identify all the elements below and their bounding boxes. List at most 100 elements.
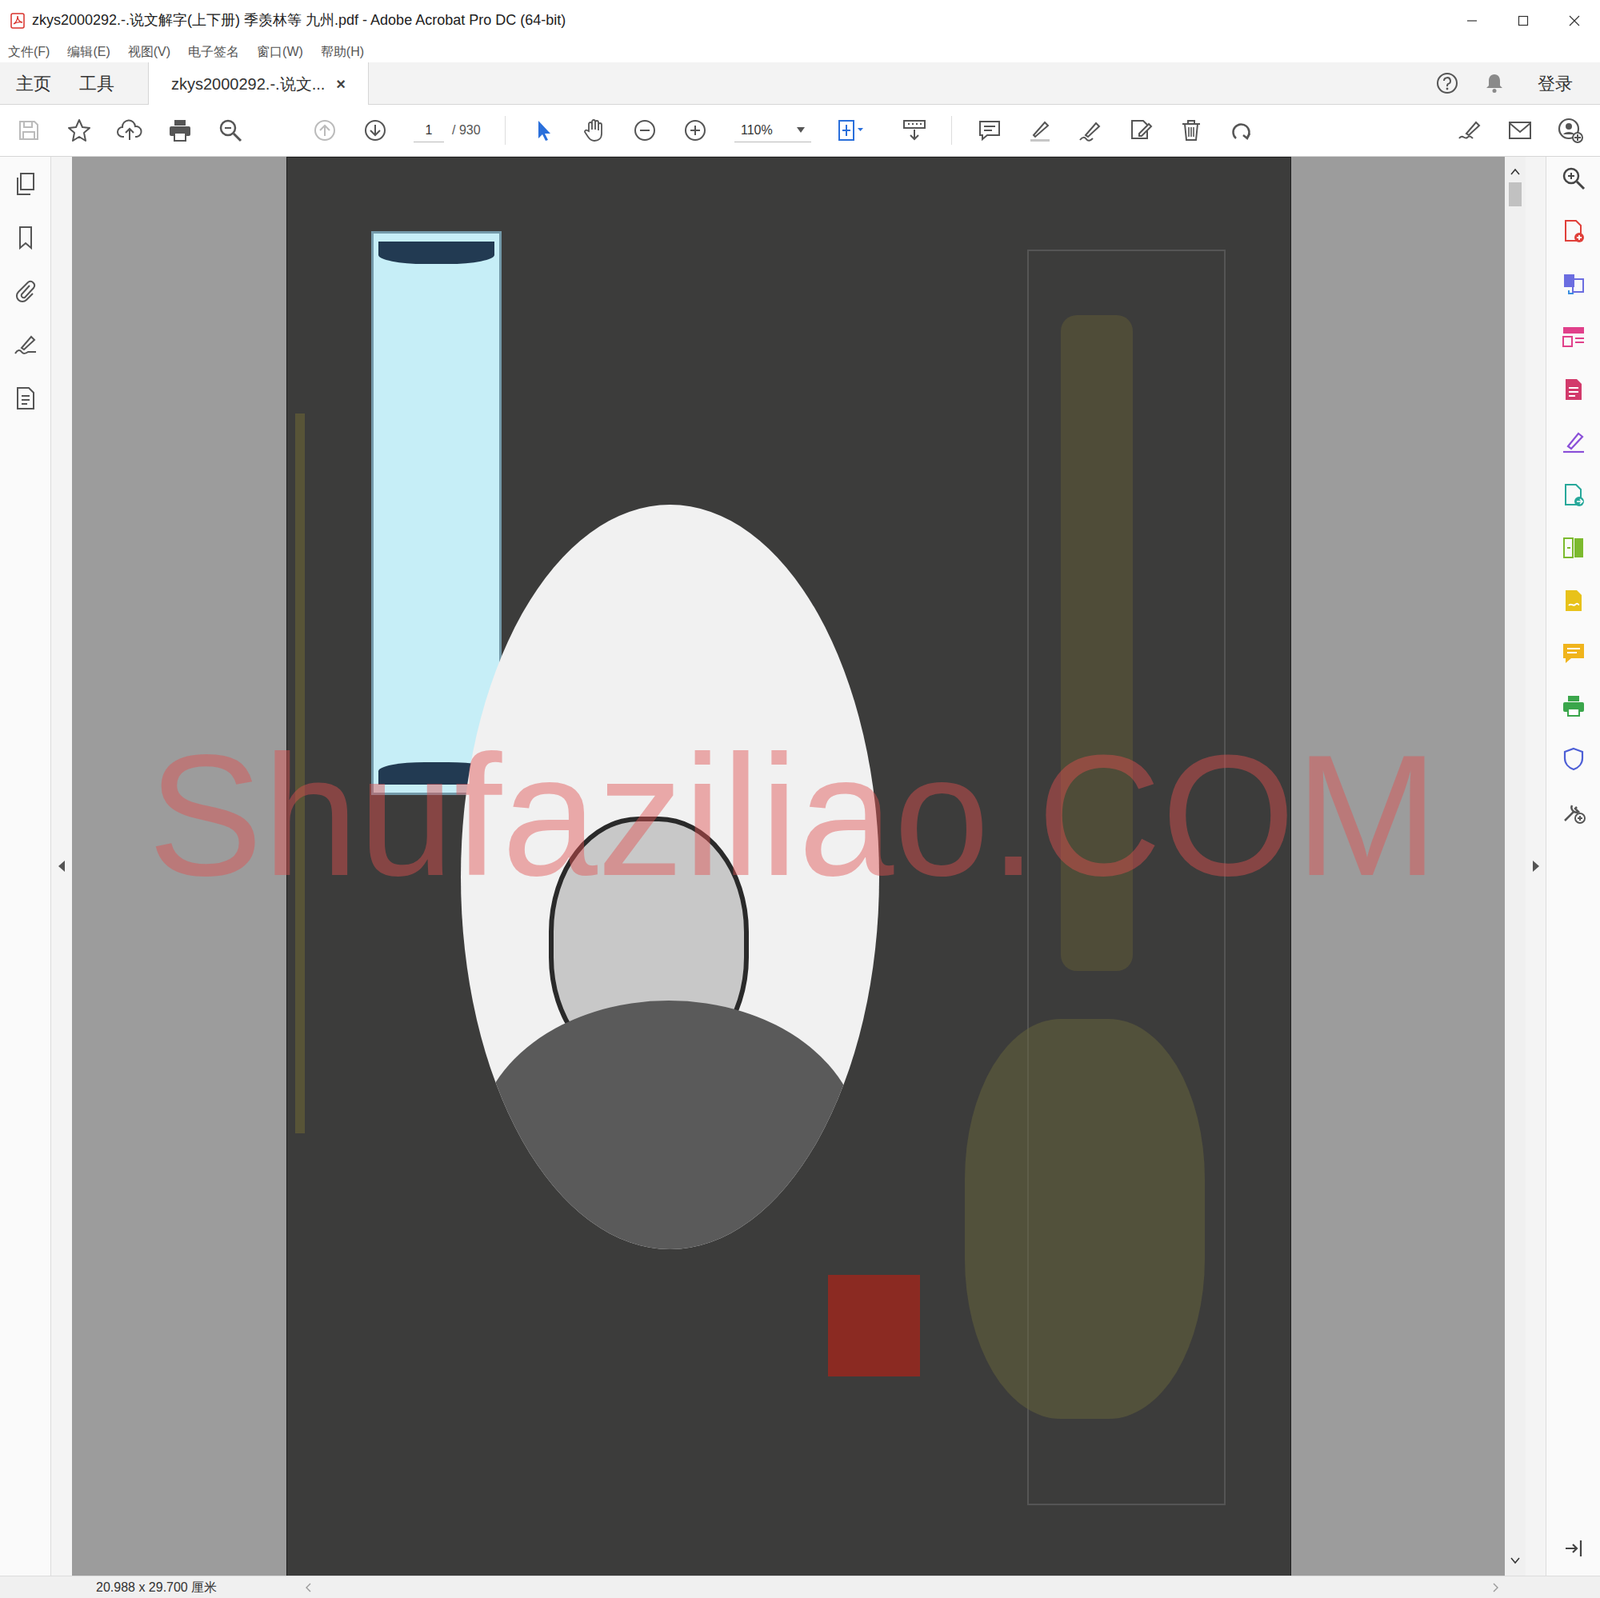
notification-bell-icon[interactable] — [1483, 72, 1506, 95]
maximize-button[interactable] — [1497, 0, 1549, 41]
collapse-left-icon — [57, 860, 66, 872]
save-icon — [16, 118, 41, 143]
maximize-icon — [1517, 15, 1529, 27]
delete-button[interactable] — [1165, 118, 1216, 143]
scroll-mode-button[interactable] — [888, 118, 940, 143]
send-sign-icon — [1128, 117, 1154, 144]
email-button[interactable] — [1494, 119, 1545, 142]
send-for-review-icon[interactable] — [1560, 482, 1587, 508]
tab-bar: 主页工具 zkys2000292.-.说文...× 登录 — [0, 62, 1600, 105]
collapse-right-icon — [1532, 860, 1540, 872]
highlighter-icon — [1027, 117, 1053, 144]
rotate-button[interactable] — [1216, 118, 1267, 143]
scroll-down-icon[interactable] — [1510, 1556, 1520, 1565]
collapse-tools-pane-icon[interactable] — [1562, 1537, 1585, 1560]
find-button[interactable] — [204, 117, 256, 144]
menu-item[interactable]: 文件(F) — [8, 42, 50, 62]
cover-portrait-oval — [460, 504, 880, 1250]
nav-tab[interactable]: 主页 — [16, 62, 52, 104]
paperclip-icon[interactable] — [12, 278, 39, 304]
minimize-button[interactable] — [1446, 0, 1498, 41]
select-tool-button[interactable] — [518, 118, 569, 143]
protect-shield-icon[interactable] — [1560, 746, 1587, 772]
more-tools-icon[interactable] — [1560, 799, 1587, 825]
toolbar-separator — [504, 116, 506, 145]
document-view[interactable] — [72, 156, 1505, 1576]
print-button[interactable] — [154, 117, 205, 144]
tab-close-button[interactable]: × — [336, 72, 346, 96]
menu-item[interactable]: 视图(V) — [128, 42, 171, 62]
tab-label: 主页 — [16, 70, 52, 97]
tab-label: 工具 — [79, 70, 115, 97]
save-button[interactable] — [3, 118, 54, 143]
close-icon — [1568, 15, 1580, 27]
bookmark-star-button[interactable] — [53, 117, 104, 144]
nav-tab[interactable]: 工具 — [79, 62, 115, 104]
printer-icon — [167, 117, 193, 144]
acrobat-window: zkys2000292.-.说文解字(上下册) 季羡林等 九州.pdf - Ad… — [0, 0, 1600, 1598]
sign-in-button[interactable]: 登录 — [1537, 70, 1573, 97]
comment-button[interactable] — [964, 118, 1015, 143]
right-pane-toggle[interactable] — [1525, 156, 1546, 1576]
compare-files-icon[interactable] — [1560, 535, 1587, 561]
fill-sign-button[interactable] — [1115, 117, 1166, 144]
combine-files-icon[interactable] — [1560, 271, 1587, 297]
comment-icon — [977, 118, 1002, 143]
status-bar: 20.988 x 29.700 厘米 — [0, 1576, 1600, 1598]
envelope-icon — [1507, 119, 1533, 142]
page-number-field[interactable]: 1 — [413, 118, 444, 143]
vertical-scrollbar[interactable] — [1504, 156, 1526, 1576]
next-page-button[interactable] — [349, 118, 400, 143]
upload-button[interactable] — [104, 117, 155, 144]
zoom-out-button[interactable] — [619, 118, 670, 143]
share-button[interactable] — [1544, 117, 1596, 144]
comment-tool-icon[interactable] — [1560, 640, 1587, 667]
zoom-field[interactable]: 110% — [734, 118, 812, 143]
cursor-arrow-icon — [532, 118, 556, 143]
print-production-icon[interactable] — [1560, 693, 1587, 720]
title-bar: zkys2000292.-.说文解字(上下册) 季羡林等 九州.pdf - Ad… — [0, 0, 1600, 41]
scroll-right-icon[interactable] — [1492, 1583, 1500, 1593]
signature-icon[interactable] — [12, 332, 39, 358]
zoom-search-icon — [217, 117, 244, 144]
menu-item[interactable]: 编辑(E) — [67, 42, 110, 62]
pdf-icon — [9, 12, 26, 29]
document-tab[interactable]: zkys2000292.-.说文...× — [148, 62, 369, 105]
create-pdf-icon[interactable] — [1560, 218, 1587, 244]
export-pdf-icon[interactable] — [1560, 376, 1587, 403]
request-signature-icon[interactable] — [1560, 588, 1587, 614]
plus-circle-icon — [683, 118, 708, 143]
sign-button[interactable] — [1444, 117, 1495, 144]
watermark: Shufaziliao.COM — [148, 729, 1439, 902]
fill-sign-icon[interactable] — [1560, 429, 1587, 456]
draw-button[interactable] — [1064, 117, 1116, 144]
page-document-icon[interactable] — [12, 385, 39, 412]
organize-pages-icon[interactable] — [1560, 324, 1587, 350]
main-area: Shufaziliao.COM — [0, 156, 1600, 1576]
menu-item[interactable]: 电子签名 — [188, 42, 240, 62]
page-size: 20.988 x 29.700 厘米 — [96, 1578, 217, 1598]
fit-page-button[interactable] — [824, 118, 876, 143]
scroll-left-icon[interactable] — [304, 1583, 312, 1593]
previous-page-button[interactable] — [299, 118, 350, 143]
pen-sign-icon — [1077, 117, 1104, 144]
close-button[interactable] — [1548, 0, 1600, 41]
zoom-value: 110% — [740, 120, 773, 140]
highlight-button[interactable] — [1014, 117, 1065, 144]
page-thumbnails-icon[interactable] — [12, 171, 39, 197]
window-title: zkys2000292.-.说文解字(上下册) 季羡林等 九州.pdf - Ad… — [32, 9, 566, 32]
scrollbar-thumb[interactable] — [1508, 182, 1522, 207]
bookmark-icon[interactable] — [12, 224, 39, 251]
signature-pen-icon — [1456, 117, 1483, 144]
zoom-search-icon[interactable] — [1560, 165, 1587, 192]
menu-item[interactable]: 窗口(W) — [256, 42, 304, 62]
help-icon[interactable] — [1435, 71, 1460, 96]
scroll-up-icon[interactable] — [1510, 168, 1520, 176]
page-count: / 930 — [452, 120, 497, 140]
menu-item[interactable]: 帮助(H) — [320, 42, 364, 62]
zoom-in-button[interactable] — [669, 118, 720, 143]
left-pane-toggle[interactable] — [51, 156, 72, 1576]
hand-tool-button[interactable] — [568, 117, 620, 144]
cover-series-frame — [1027, 249, 1226, 1506]
toolbar-separator — [951, 116, 952, 145]
